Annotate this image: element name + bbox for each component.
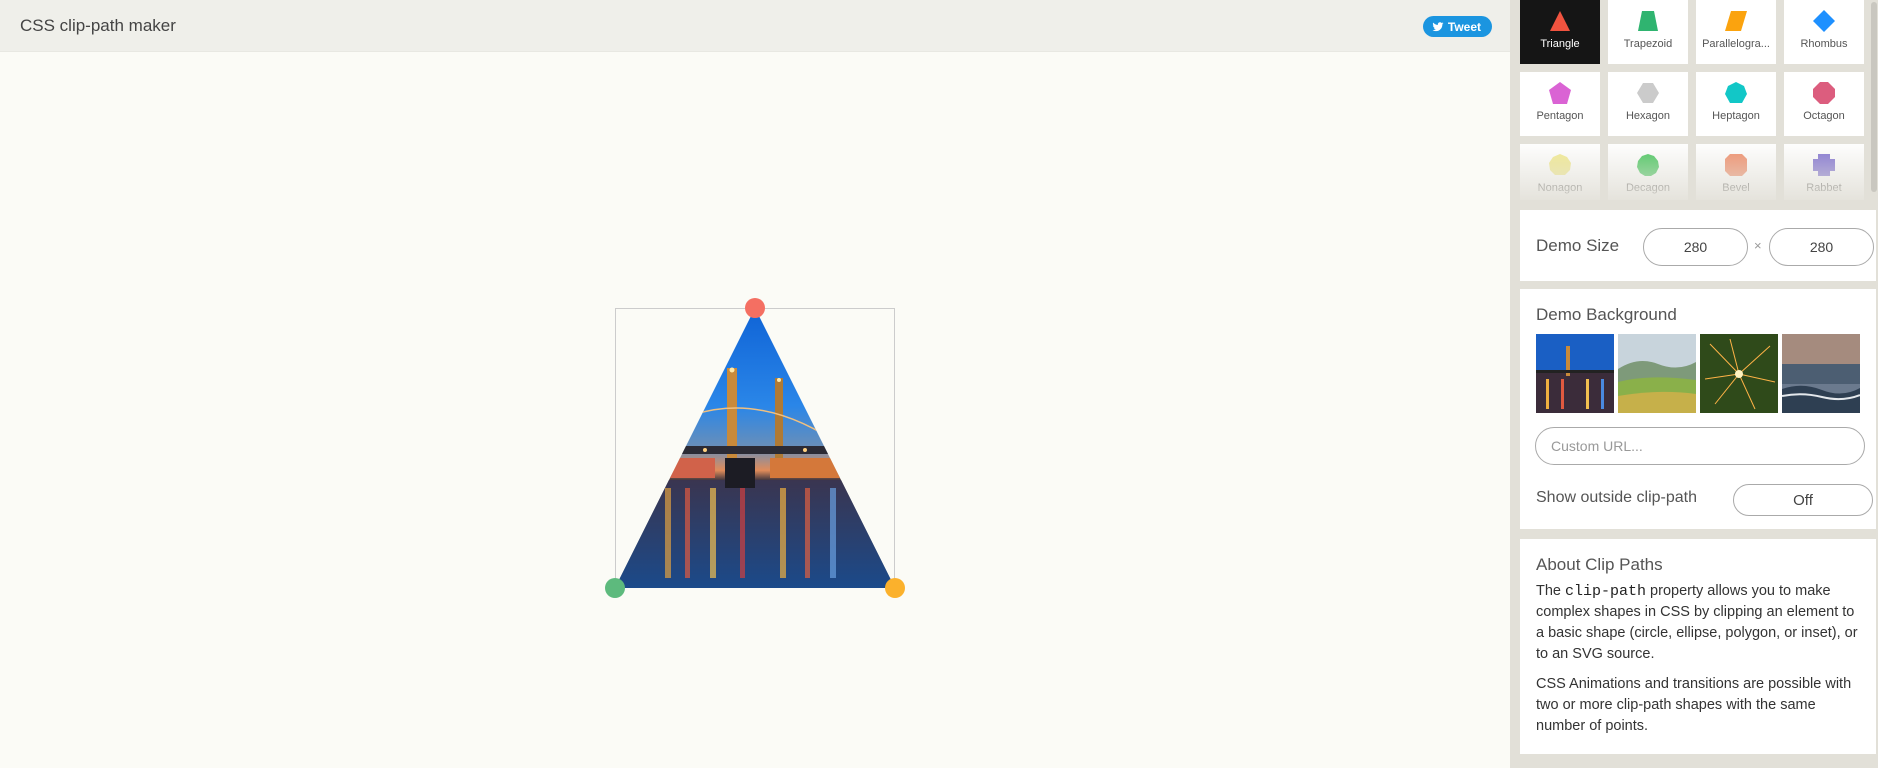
shape-tile-label: Octagon	[1803, 110, 1845, 122]
shape-tile-label: Triangle	[1540, 38, 1580, 50]
shape-tile-label: Heptagon	[1712, 110, 1760, 122]
show-outside-label: Show outside clip-path	[1536, 489, 1697, 506]
about-p1-before: The	[1536, 583, 1566, 599]
pentagon-icon	[1549, 82, 1571, 104]
demo-background-panel: Demo Background Custom URL... Show outsi…	[1520, 289, 1876, 529]
about-paragraph-1: The clip-path property allows you to mak…	[1536, 581, 1860, 665]
rhombus-icon	[1813, 10, 1835, 32]
demo-background-title: Demo Background	[1536, 305, 1677, 324]
shape-tile-trapezoid[interactable]: Trapezoid	[1608, 0, 1688, 64]
rabbet-icon	[1813, 154, 1835, 176]
shape-tile-heptagon[interactable]: Heptagon	[1696, 72, 1776, 136]
heptagon-icon	[1725, 82, 1747, 104]
top-bar: CSS clip-path maker Tweet	[0, 0, 1510, 52]
demo-width-input[interactable]	[1643, 228, 1748, 266]
background-thumb-hills[interactable]	[1618, 334, 1696, 413]
shape-tile-label: Hexagon	[1625, 110, 1671, 122]
app-title: CSS clip-path maker	[20, 16, 176, 35]
shape-tile-parallelogram[interactable]: Parallelogra...	[1696, 0, 1776, 64]
handle-top[interactable]	[745, 298, 765, 318]
handle-bottom-left[interactable]	[605, 578, 625, 598]
shape-tile-nonagon[interactable]: Nonagon	[1520, 144, 1600, 200]
show-outside-toggle[interactable]: Off	[1733, 484, 1873, 516]
twitter-bird-icon	[1432, 21, 1444, 31]
custom-url-input[interactable]	[1535, 427, 1865, 465]
shape-tile-label: Pentagon	[1536, 110, 1584, 122]
shape-tile-label: Trapezoid	[1623, 38, 1673, 50]
sidebar: Triangle Trapezoid Parallelogra... Rhombus P…	[1510, 0, 1878, 768]
shape-grid-scrollbar[interactable]	[1871, 2, 1877, 192]
demo-size-title: Demo Size	[1536, 236, 1620, 255]
triangle-icon	[1549, 10, 1571, 32]
about-paragraph-2: CSS Animations and transitions are possi…	[1536, 676, 1852, 734]
parallelogram-icon	[1725, 10, 1747, 32]
shape-tile-hexagon[interactable]: Hexagon	[1608, 72, 1688, 136]
decagon-icon	[1637, 154, 1659, 176]
shape-tile-label: Nonagon	[1537, 182, 1583, 194]
background-thumb-bridge[interactable]	[1536, 334, 1614, 413]
shape-tile-octagon[interactable]: Octagon	[1784, 72, 1864, 136]
size-separator: ×	[1754, 238, 1762, 253]
tweet-button[interactable]: Tweet	[1422, 16, 1492, 37]
shape-tile-label: Decagon	[1625, 182, 1671, 194]
hexagon-icon	[1637, 82, 1659, 104]
trapezoid-icon	[1637, 10, 1659, 32]
shape-tile-label: Rhombus	[1800, 38, 1848, 50]
shape-tile-label: Bevel	[1722, 182, 1750, 194]
shape-tile-decagon[interactable]: Decagon	[1608, 144, 1688, 200]
shape-grid[interactable]: Triangle Trapezoid Parallelogra... Rhombus P…	[1520, 0, 1872, 200]
shape-tile-label: Parallelogra...	[1702, 38, 1770, 50]
shape-tile-triangle[interactable]: Triangle	[1520, 0, 1600, 64]
shape-tile-rhombus[interactable]: Rhombus	[1784, 0, 1864, 64]
shape-tile-pentagon[interactable]: Pentagon	[1520, 72, 1600, 136]
handle-bottom-right[interactable]	[885, 578, 905, 598]
about-title: About Clip Paths	[1536, 555, 1663, 574]
tweet-label: Tweet	[1447, 19, 1481, 34]
main-area: CSS clip-path maker Tweet	[0, 0, 1510, 768]
demo-height-input[interactable]	[1769, 228, 1874, 266]
bevel-icon	[1725, 154, 1747, 176]
about-panel: About Clip Paths The clip-path property …	[1520, 539, 1876, 754]
octagon-icon	[1813, 82, 1835, 104]
nonagon-icon	[1549, 154, 1571, 176]
demo-size-panel: Demo Size ×	[1520, 210, 1876, 281]
shape-tile-rabbet[interactable]: Rabbet	[1784, 144, 1864, 200]
about-p1-code: clip-path	[1565, 583, 1647, 600]
background-thumb-sparkler[interactable]	[1700, 334, 1778, 413]
shape-tile-bevel[interactable]: Bevel	[1696, 144, 1776, 200]
background-thumb-ocean[interactable]	[1782, 334, 1860, 413]
shape-tile-label: Rabbet	[1806, 182, 1842, 194]
